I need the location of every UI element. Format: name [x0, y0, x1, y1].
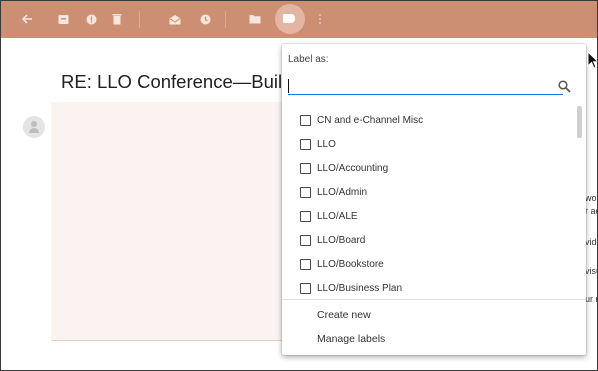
label-checkbox[interactable]	[300, 138, 311, 150]
label-option-text: LLO/Bookstore	[317, 258, 384, 270]
body-text-fragment: vide	[585, 237, 597, 247]
label-as-title: Label as:	[288, 54, 329, 65]
label-checkbox[interactable]	[300, 258, 311, 270]
gmail-window: RE: LLO Conference—Build Bri wo r ac vid…	[0, 0, 598, 371]
text-caret	[288, 79, 289, 93]
more-icon[interactable]	[312, 11, 328, 27]
sender-avatar	[23, 116, 45, 138]
label-option-llo-admin[interactable]: LLO/Admin	[282, 180, 572, 204]
message-body	[51, 102, 283, 340]
label-option-text: CN and e-Channel Misc	[317, 114, 424, 126]
label-list: CN and e-Channel Misc LLO LLO/Accounting…	[282, 108, 586, 297]
message-divider	[51, 340, 283, 341]
message-toolbar	[1, 1, 597, 38]
label-option-text: LLO/Accounting	[317, 162, 389, 174]
back-arrow-icon[interactable]	[19, 11, 35, 27]
label-option-text: LLO/Board	[317, 234, 366, 246]
label-icon[interactable]	[283, 14, 295, 23]
search-icon[interactable]	[558, 80, 572, 94]
body-text-fragment: wo	[585, 193, 597, 203]
label-option-text: LLO/Admin	[317, 186, 368, 198]
label-option-llo-ale[interactable]: LLO/ALE	[282, 204, 572, 228]
manage-labels-button[interactable]: Manage labels	[317, 333, 385, 345]
label-option-llo-business-plan[interactable]: LLO/Business Plan	[282, 276, 572, 297]
label-option-cn-and-e-channel-misc[interactable]: CN and e-Channel Misc	[282, 108, 572, 132]
report-spam-icon[interactable]	[83, 11, 99, 27]
body-text-fragment: visu	[585, 266, 597, 276]
body-text-fragment: ur r	[585, 294, 598, 304]
label-checkbox[interactable]	[300, 282, 311, 294]
label-checkbox[interactable]	[300, 234, 311, 246]
create-new-label-button[interactable]: Create new	[317, 309, 371, 321]
body-text-fragment: r ac	[585, 206, 597, 216]
menu-divider	[282, 299, 586, 300]
label-search-input[interactable]	[288, 76, 563, 95]
label-option-text: LLO/ALE	[317, 210, 358, 222]
toolbar-separator	[225, 11, 226, 28]
label-option-llo-board[interactable]: LLO/Board	[282, 228, 572, 252]
label-checkbox[interactable]	[300, 114, 311, 126]
label-as-menu: Label as: CN and e-Channel Misc LLO LLO/…	[282, 44, 586, 355]
archive-icon[interactable]	[55, 11, 71, 27]
label-checkbox[interactable]	[300, 186, 311, 198]
toolbar-separator	[139, 11, 140, 28]
label-checkbox[interactable]	[300, 162, 311, 174]
move-to-icon[interactable]	[247, 11, 263, 27]
mouse-cursor-icon	[587, 50, 597, 71]
snooze-icon[interactable]	[197, 11, 213, 27]
label-list-scrollbar[interactable]	[577, 106, 582, 138]
label-checkbox[interactable]	[300, 210, 311, 222]
label-option-text: LLO	[317, 138, 336, 150]
label-option-llo[interactable]: LLO	[282, 132, 572, 156]
label-option-llo-bookstore[interactable]: LLO/Bookstore	[282, 252, 572, 276]
label-option-llo-accounting[interactable]: LLO/Accounting	[282, 156, 572, 180]
mark-unread-icon[interactable]	[167, 11, 183, 27]
delete-icon[interactable]	[109, 11, 125, 27]
label-option-text: LLO/Business Plan	[317, 282, 403, 294]
